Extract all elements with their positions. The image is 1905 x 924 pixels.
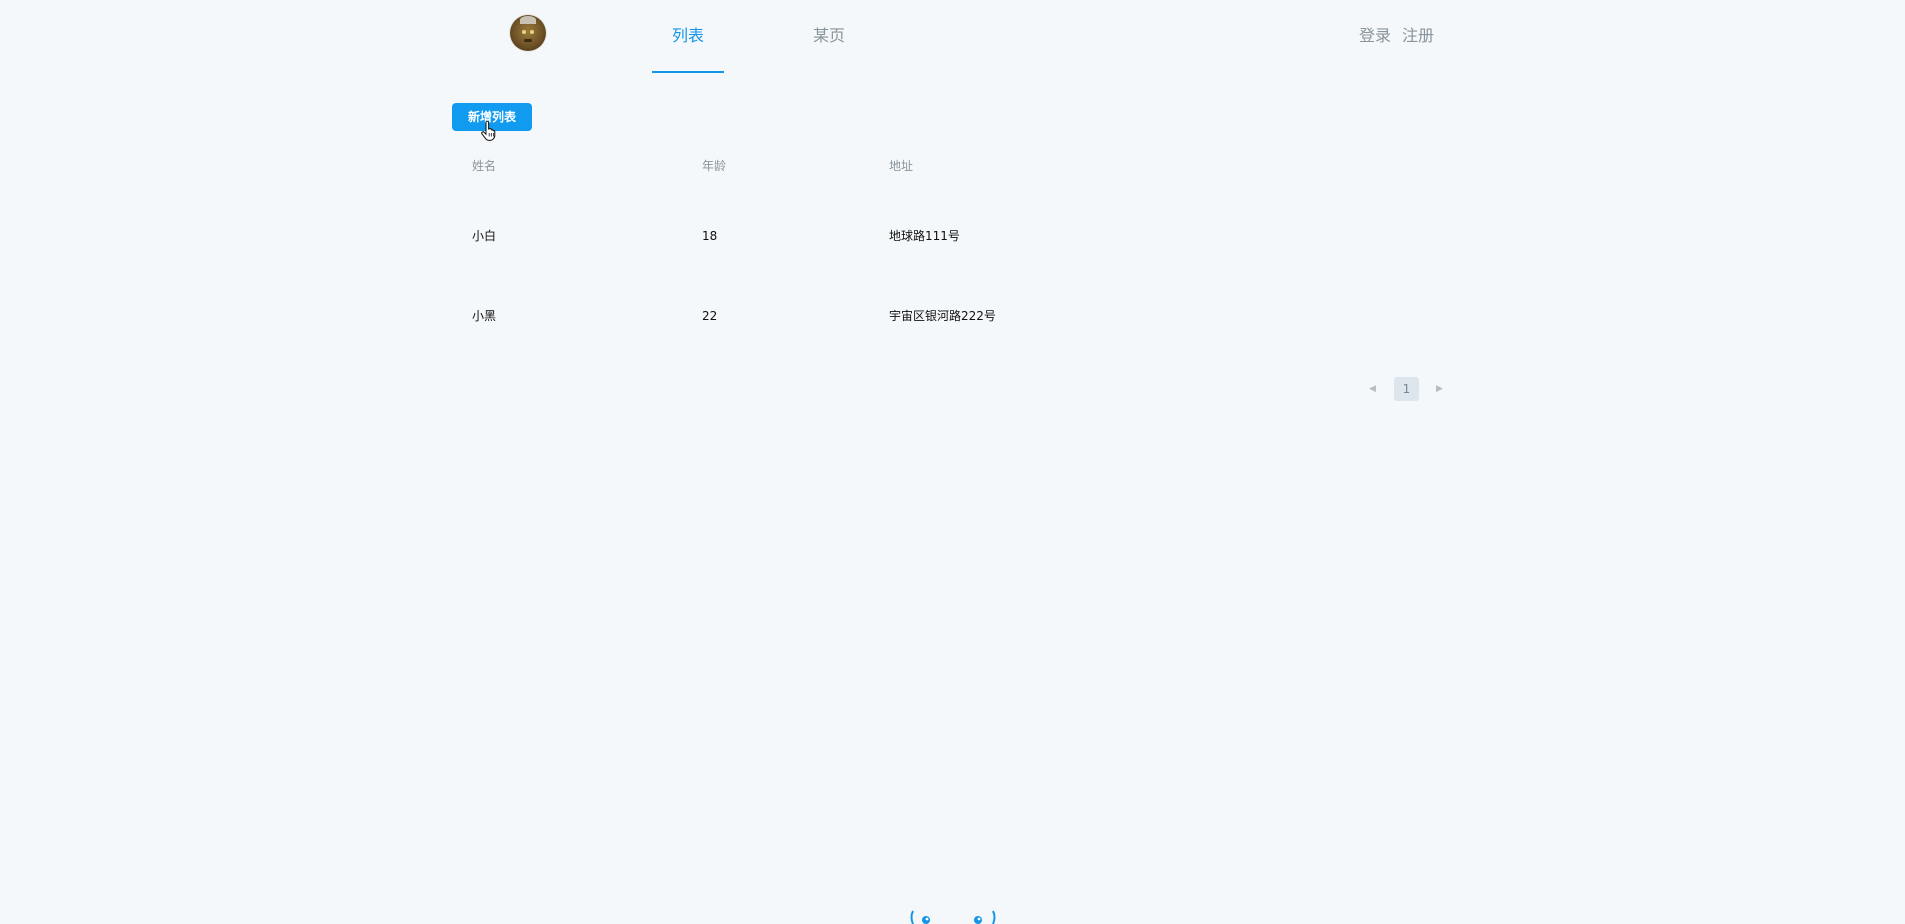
page-number-button[interactable]: 1 xyxy=(1394,377,1419,401)
chevron-right-icon[interactable]: ▶ xyxy=(1436,383,1443,395)
cell-name: 小黑 xyxy=(472,309,497,323)
cell-age: 18 xyxy=(702,229,718,243)
avatar-icon[interactable] xyxy=(510,15,546,51)
avatar-eye-left xyxy=(522,30,526,34)
mascot-eyes-icon xyxy=(910,910,996,924)
active-tab-indicator xyxy=(652,71,724,73)
register-link[interactable]: 注册 xyxy=(1402,26,1434,46)
cell-name: 小白 xyxy=(472,229,497,243)
hand-cursor-icon xyxy=(481,121,496,141)
tab-list[interactable]: 列表 xyxy=(672,26,704,46)
tab-some-page[interactable]: 某页 xyxy=(813,26,845,46)
column-header-age: 年龄 xyxy=(702,159,727,173)
cell-address: 地球路111号 xyxy=(889,229,960,243)
column-header-address: 地址 xyxy=(889,159,914,173)
avatar-mouth xyxy=(524,39,532,42)
top-nav: 列表 某页 登录 注册 xyxy=(0,0,1905,73)
avatar-eye-right xyxy=(530,30,534,34)
cell-address: 宇宙区银河路222号 xyxy=(889,309,996,323)
column-header-name: 姓名 xyxy=(472,159,497,173)
avatar-hair xyxy=(520,16,536,24)
login-link[interactable]: 登录 xyxy=(1359,26,1391,46)
cell-age: 22 xyxy=(702,309,718,323)
chevron-left-icon[interactable]: ◀ xyxy=(1369,383,1376,395)
